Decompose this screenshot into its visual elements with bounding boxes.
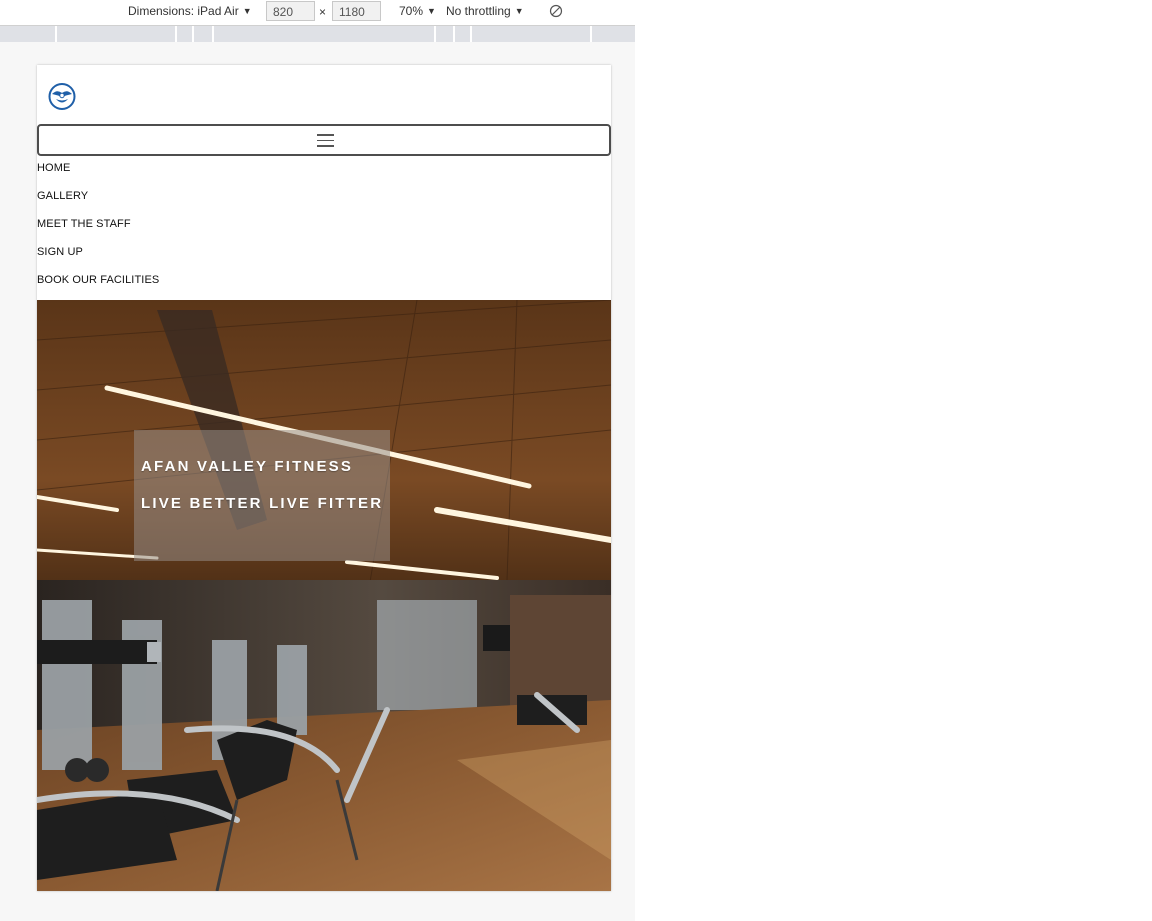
- hero-section: AFAN VALLEY FITNESS LIVE BETTER LIVE FIT…: [37, 300, 611, 891]
- nav-link-meet-the-staff[interactable]: MEET THE STAFF: [37, 216, 611, 244]
- media-query-ruler[interactable]: [0, 26, 635, 42]
- chevron-down-icon: ▼: [427, 6, 436, 16]
- width-input[interactable]: 820: [266, 1, 315, 21]
- dimensions-dropdown[interactable]: Dimensions: iPad Air ▼: [128, 4, 252, 18]
- times-sign: ×: [319, 5, 327, 19]
- throttling-dropdown[interactable]: No throttling ▼: [446, 4, 524, 18]
- hero-tagline: LIVE BETTER LIVE FITTER: [141, 495, 384, 512]
- ruler-divider: [434, 26, 436, 42]
- hamburger-menu-icon: [317, 134, 334, 151]
- ruler-divider: [590, 26, 592, 42]
- main-nav: HOME GALLERY MEET THE STAFF SIGN UP BOOK…: [37, 160, 611, 300]
- hero-caption: AFAN VALLEY FITNESS LIVE BETTER LIVE FIT…: [134, 430, 390, 561]
- rotate-icon[interactable]: [549, 4, 563, 18]
- emulated-page: HOME GALLERY MEET THE STAFF SIGN UP BOOK…: [37, 65, 611, 891]
- nav-link-sign-up[interactable]: SIGN UP: [37, 244, 611, 272]
- dimensions-label: Dimensions: iPad Air: [128, 4, 239, 18]
- chevron-down-icon: ▼: [514, 6, 524, 16]
- devtools-panel: Dimensions: iPad Air ▼ 820 × 1180 70% ▼ No…: [0, 0, 635, 921]
- ruler-divider: [192, 26, 194, 42]
- ruler-divider: [470, 26, 472, 42]
- throttling-label: No throttling: [446, 4, 511, 18]
- nav-link-gallery[interactable]: GALLERY: [37, 188, 611, 216]
- ruler-divider: [212, 26, 214, 42]
- ruler-divider: [55, 26, 57, 42]
- club-logo-icon[interactable]: [48, 83, 76, 110]
- zoom-dropdown[interactable]: 70% ▼: [399, 4, 436, 18]
- ruler-divider: [175, 26, 177, 42]
- device-toolbar: Dimensions: iPad Air ▼ 820 × 1180 70% ▼ No…: [0, 0, 635, 26]
- ruler-divider: [453, 26, 455, 42]
- zoom-label: 70%: [399, 4, 424, 18]
- nav-link-book-facilities[interactable]: BOOK OUR FACILITIES: [37, 272, 611, 300]
- hero-title: AFAN VALLEY FITNESS: [141, 458, 354, 475]
- nav-link-home[interactable]: HOME: [37, 160, 611, 188]
- height-input[interactable]: 1180: [332, 1, 381, 21]
- gym-interior-photo: [37, 300, 611, 891]
- navbar-toggle-button[interactable]: [37, 124, 611, 156]
- chevron-down-icon: ▼: [242, 6, 252, 16]
